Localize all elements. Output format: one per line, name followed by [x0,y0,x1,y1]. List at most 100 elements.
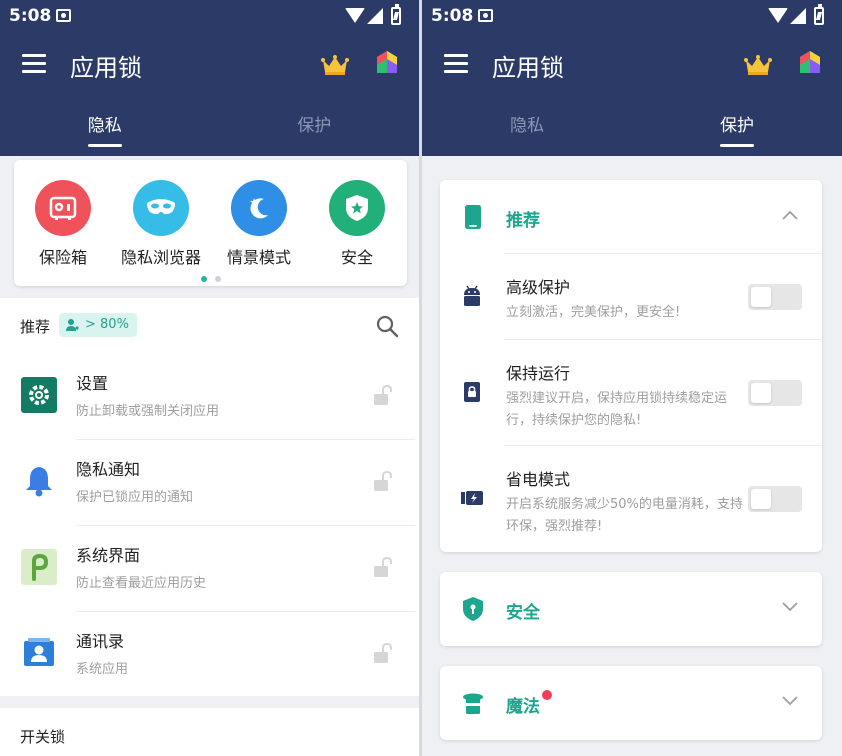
screenshot-notification-icon [478,9,493,22]
battery-charging-icon [391,4,401,25]
advanced-protection-toggle[interactable] [748,284,802,310]
battery-charging-icon [814,4,824,25]
toolbar: 应用锁 [0,34,419,94]
app-row-settings[interactable]: 设置 防止卸载或强制关闭应用 [0,354,419,440]
tab-privacy[interactable]: 隐私 [0,94,210,156]
app-desc: 防止卸载或强制关闭应用 [76,404,220,419]
wifi-icon [345,8,365,23]
tab-privacy[interactable]: 隐私 [422,94,632,156]
switch-lock-section: 开关锁 [0,708,419,756]
security-card-header[interactable]: 安全 [440,572,822,646]
tab-protect[interactable]: 保护 [632,94,842,156]
search-icon[interactable] [375,314,399,338]
feature-label: 情景模式 [226,248,291,267]
recommend-card: 推荐 高级保护 立刻激活，完美保护，更安全! 保持运行 强烈建议开启，保持应用锁… [440,180,822,552]
setting-advanced-protection: 高级保护 立刻激活，完美保护，更安全! [440,254,822,340]
security-card[interactable]: 安全 [440,572,822,646]
toggle-knob [751,287,771,307]
app-row-private-notification[interactable]: 隐私通知 保护已锁应用的通知 [0,440,419,526]
toolbar: 应用锁 [422,34,842,94]
app-header: 5:08 应用锁 隐私 保护 [422,0,842,156]
unlock-icon[interactable] [373,642,393,664]
app-name: 系统界面 [76,546,141,565]
magic-card[interactable]: 魔法 [440,666,822,740]
page-dot-active [200,276,207,282]
theme-shirt-icon[interactable] [796,49,824,77]
magic-card-header[interactable]: 魔法 [440,666,822,740]
recommend-card-title: 推荐 [506,211,540,231]
menu-icon[interactable] [22,54,46,74]
feature-label: 隐私浏览器 [120,248,201,267]
feature-vault[interactable]: 保险箱 [14,180,112,268]
setting-keep-running: 保持运行 强烈建议开启，保持应用锁持续稳定运行，持续保护您的隐私! [440,340,822,446]
keep-running-toggle[interactable] [748,380,802,406]
users-icon [66,319,79,331]
app-row-contacts[interactable]: 通讯录 系统应用 [0,612,419,698]
feature-private-browser[interactable]: 隐私浏览器 [112,180,210,268]
recommend-title: 推荐 [20,318,51,336]
app-name: 隐私通知 [76,460,141,479]
app-header: 5:08 应用锁 隐私 保护 [0,0,419,156]
switch-lock-title: 开关锁 [20,728,66,746]
mask-icon [133,180,189,236]
chevron-down-icon[interactable] [782,602,798,612]
crown-icon[interactable] [744,54,772,76]
feature-card: 保险箱 隐私浏览器 情景模式 安全 [14,160,407,286]
setting-title: 保持运行 [506,364,571,383]
recommend-header: 推荐 > 80% [0,298,419,354]
menu-icon[interactable] [444,54,468,74]
recommend-badge-text: > 80% [85,317,129,332]
theme-shirt-icon[interactable] [373,49,401,77]
status-time: 5:08 [431,6,474,26]
setting-desc: 强烈建议开启，保持应用锁持续稳定运行，持续保护您的隐私! [506,391,728,428]
recommend-badge: > 80% [59,313,137,337]
page-indicator [14,267,407,282]
feature-scene-mode[interactable]: 情景模式 [210,180,308,268]
phone-icon [465,205,481,229]
new-badge-dot [542,690,552,700]
lock-book-icon [464,382,480,402]
feature-security[interactable]: 安全 [308,180,406,268]
safe-icon [35,180,91,236]
protect-screen: 5:08 应用锁 隐私 保护 推荐 高级保护 立刻激活，完美保护，更安全! 保持… [422,0,842,756]
feature-strip: 保险箱 隐私浏览器 情景模式 安全 [0,156,419,298]
recommend-card-header[interactable]: 推荐 [440,180,822,254]
section-gap [0,696,419,708]
feature-label: 安全 [340,248,373,267]
status-time: 5:08 [9,6,52,26]
tab-bar: 隐私 保护 [0,94,419,156]
wifi-icon [768,8,788,23]
app-name: 设置 [76,374,109,393]
chevron-down-icon[interactable] [782,696,798,706]
setting-power-saving: 省电模式 开启系统服务减少50%的电量消耗，支持环保，强烈推荐! [440,446,822,552]
status-bar: 5:08 [422,0,842,34]
power-saving-toggle[interactable] [748,486,802,512]
chevron-up-icon[interactable] [782,210,798,220]
unlock-icon[interactable] [373,470,393,492]
crown-icon[interactable] [321,54,349,76]
battery-icon [461,491,483,505]
android-icon [464,285,480,306]
feature-label: 保险箱 [38,248,87,267]
moon-star-icon [231,180,287,236]
app-row-system-ui[interactable]: 系统界面 防止查看最近应用历史 [0,526,419,612]
unlock-icon[interactable] [373,384,393,406]
tab-protect[interactable]: 保护 [210,94,420,156]
setting-title: 高级保护 [506,278,571,297]
status-indicators [345,4,409,26]
page-dot [214,276,221,282]
app-desc: 保护已锁应用的通知 [76,490,194,505]
signal-icon [790,8,806,24]
magic-card-title: 魔法 [506,697,540,717]
setting-desc: 开启系统服务减少50%的电量消耗，支持环保，强烈推荐! [506,497,743,534]
app-title: 应用锁 [70,54,142,82]
security-card-title: 安全 [506,603,540,623]
contacts-icon [20,634,58,672]
tab-bar: 隐私 保护 [422,94,842,156]
toggle-knob [751,489,771,509]
unlock-icon[interactable] [373,556,393,578]
setting-desc: 立刻激活，完美保护，更安全! [506,305,681,320]
app-desc: 防止查看最近应用历史 [76,576,207,591]
gear-icon [20,376,58,414]
shield-lock-icon [463,597,483,621]
